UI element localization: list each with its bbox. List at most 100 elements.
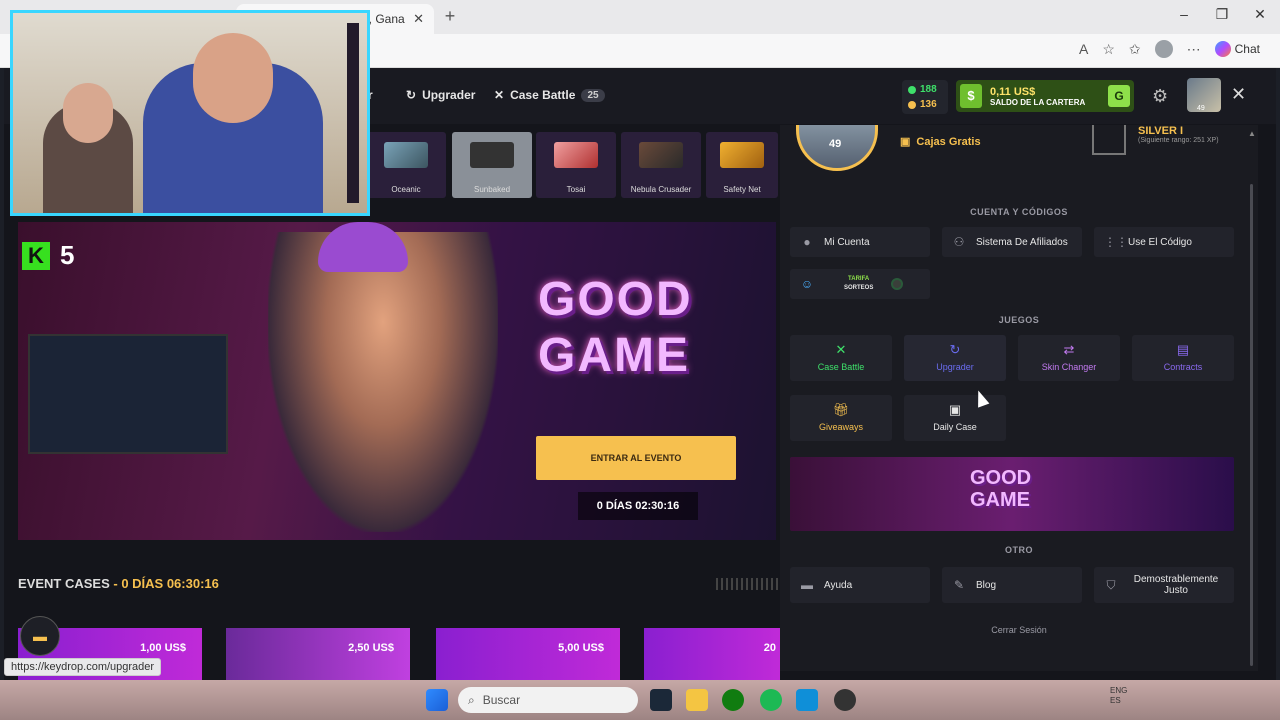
rank-name: SILVER I xyxy=(1138,125,1184,137)
promo-line-2: GAME xyxy=(970,489,1030,511)
case-price: 2,50 US$ xyxy=(348,642,394,654)
affiliates-button[interactable]: ⚇ Sistema De Afiliados xyxy=(942,227,1082,257)
gold-deposit-button[interactable]: G xyxy=(1108,85,1130,107)
edge-icon[interactable] xyxy=(796,689,818,711)
obs-icon[interactable] xyxy=(834,689,856,711)
taskbar-search[interactable]: ⌕ Buscar xyxy=(458,687,638,713)
favorites-icon[interactable]: ✩ xyxy=(1129,41,1141,58)
language-indicator[interactable]: ENG ES xyxy=(1110,686,1127,706)
tarifa-sorteos-toggle[interactable]: ☺ TARIFA SORTEOS xyxy=(790,269,930,299)
game-contracts[interactable]: ▤ Contracts xyxy=(1132,335,1234,381)
toggle-switch[interactable] xyxy=(891,278,904,290)
help-button[interactable]: ▬ Ayuda xyxy=(790,567,930,603)
free-cases-label: Cajas Gratis xyxy=(916,135,981,148)
copilot-chat-button[interactable]: Chat xyxy=(1214,41,1260,57)
gems-value: 188 xyxy=(920,84,937,95)
game-label: Giveaways xyxy=(818,422,863,432)
user-icon: ● xyxy=(803,235,811,249)
event-cases-timer: - 0 DÍAS 06:30:16 xyxy=(113,576,219,591)
person-right-head xyxy=(193,33,273,123)
gear-icon[interactable]: ⚙ xyxy=(1152,86,1168,107)
lang-line-2: ES xyxy=(1110,696,1121,705)
tarifa-label: TARIFA xyxy=(848,276,870,282)
game-upgrader[interactable]: ↻ Upgrader xyxy=(904,335,1006,381)
sorteos-label: SORTEOS xyxy=(844,285,874,291)
blog-button[interactable]: ✎ Blog xyxy=(942,567,1082,603)
upgrade-icon: ↻ xyxy=(406,88,417,102)
case-card[interactable]: Tosai xyxy=(536,132,616,198)
nav-label: Case Battle xyxy=(510,88,576,102)
game-daily-case[interactable]: ▣ Daily Case xyxy=(904,395,1006,441)
event-case-card[interactable]: 2,50 US$ xyxy=(226,628,410,680)
event-case-card[interactable]: 5,00 US$ xyxy=(436,628,620,680)
case-name: Sunbaked xyxy=(473,185,511,194)
new-tab-button[interactable]: + xyxy=(440,6,460,28)
favorite-star-icon[interactable]: ☆ xyxy=(1102,41,1115,58)
case-name: Nebula Crusader xyxy=(630,185,692,194)
logo-line-1: GOOD xyxy=(538,273,693,326)
my-account-button[interactable]: ● Mi Cuenta xyxy=(790,227,930,257)
enter-event-button[interactable]: ENTRAR AL EVENTO xyxy=(536,436,736,480)
tab-close-icon[interactable]: ✕ xyxy=(413,11,424,27)
case-card[interactable]: Nebula Crusader xyxy=(621,132,701,198)
nav-item-upgrader[interactable]: ↻ Upgrader xyxy=(406,88,475,102)
game-skin-changer[interactable]: ⇄ Skin Changer xyxy=(1018,335,1120,381)
feather-icon: ✎ xyxy=(953,578,965,592)
folder-icon[interactable] xyxy=(686,689,708,711)
user-avatar[interactable]: 49 xyxy=(1187,78,1221,112)
panel-profile: 49 ▣ Cajas Gratis SILVER I (Siguiente ra… xyxy=(780,125,1258,195)
game-label: Skin Changer xyxy=(1041,362,1097,372)
button-label: Ayuda xyxy=(824,579,853,591)
free-cases-link[interactable]: ▣ Cajas Gratis xyxy=(900,135,981,149)
case-card[interactable]: Sunbaked xyxy=(452,132,532,198)
maximize-button[interactable]: ❐ xyxy=(1212,6,1232,23)
weapon-image xyxy=(639,142,683,168)
provably-fair-button[interactable]: ⛉ Demostrablemente Justo xyxy=(1094,567,1234,603)
section-account-title: CUENTA Y CÓDIGOS xyxy=(970,207,1068,217)
rank-next: (Siguiente rango: 251 XP) xyxy=(1138,137,1219,144)
box-icon: ▣ xyxy=(948,402,962,417)
minimize-button[interactable]: – xyxy=(1174,6,1194,22)
chat-label: Chat xyxy=(1234,42,1260,56)
window-close-button[interactable]: ✕ xyxy=(1250,6,1270,23)
button-label: Blog xyxy=(976,579,997,591)
use-code-button[interactable]: ⋮⋮ Use El Código xyxy=(1094,227,1234,257)
xbox-icon[interactable] xyxy=(722,689,744,711)
windows-taskbar: ⌕ Buscar ENG ES xyxy=(0,680,1280,720)
more-icon[interactable]: ⋯ xyxy=(1187,41,1201,58)
read-aloud-icon[interactable]: A xyxy=(1079,41,1088,57)
rank-info: SILVER I (Siguiente rango: 251 XP) xyxy=(1138,125,1219,144)
section-games-title: JUEGOS xyxy=(998,315,1040,325)
event-case-card[interactable]: 20 xyxy=(644,628,780,680)
close-panel-icon[interactable]: ✕ xyxy=(1231,84,1246,105)
steam-icon[interactable] xyxy=(650,689,672,711)
copilot-icon xyxy=(1214,41,1231,57)
scroll-up-icon[interactable]: ▲ xyxy=(1248,129,1256,138)
logout-link[interactable]: Cerrar Sesión xyxy=(780,625,1258,635)
clipboard-icon: ▤ xyxy=(1176,342,1190,357)
rank-emblem-icon xyxy=(1092,125,1126,155)
profile-avatar[interactable]: 49 xyxy=(796,125,878,171)
game-case-battle[interactable]: ✕ Case Battle xyxy=(790,335,892,381)
status-url: https://keydrop.com/upgrader xyxy=(4,658,162,676)
wallet-balance[interactable]: $ 0,11 US$ SALDO DE LA CARTERA G xyxy=(956,80,1134,112)
case-card[interactable]: Safety Net xyxy=(706,132,778,198)
panel-scrollbar[interactable] xyxy=(1250,184,1253,666)
coin-icon xyxy=(908,100,916,109)
shield-icon: ⛉ xyxy=(1106,578,1116,592)
profile-icon[interactable] xyxy=(1154,40,1173,58)
webcam-overlay xyxy=(10,10,370,216)
game-giveaways[interactable]: 🎁︎ Giveaways xyxy=(790,395,892,441)
windows-start-icon[interactable] xyxy=(426,689,448,711)
lang-line-1: ENG xyxy=(1110,686,1128,695)
chat-icon[interactable]: ▬ xyxy=(20,616,60,656)
users-icon: ⚇ xyxy=(953,235,965,249)
kick-overlay: K 5 xyxy=(22,240,74,271)
nav-item-case-battle[interactable]: ✕ Case Battle 25 xyxy=(494,88,605,102)
case-card[interactable]: Oceanic xyxy=(366,132,446,198)
spotify-icon[interactable] xyxy=(760,689,782,711)
game-label: Upgrader xyxy=(936,362,974,372)
currency-balance[interactable]: 188 136 xyxy=(902,80,948,114)
grid-icon: ⋮⋮ xyxy=(1104,235,1128,249)
good-game-promo-banner[interactable]: GOOD GAME xyxy=(790,457,1234,531)
